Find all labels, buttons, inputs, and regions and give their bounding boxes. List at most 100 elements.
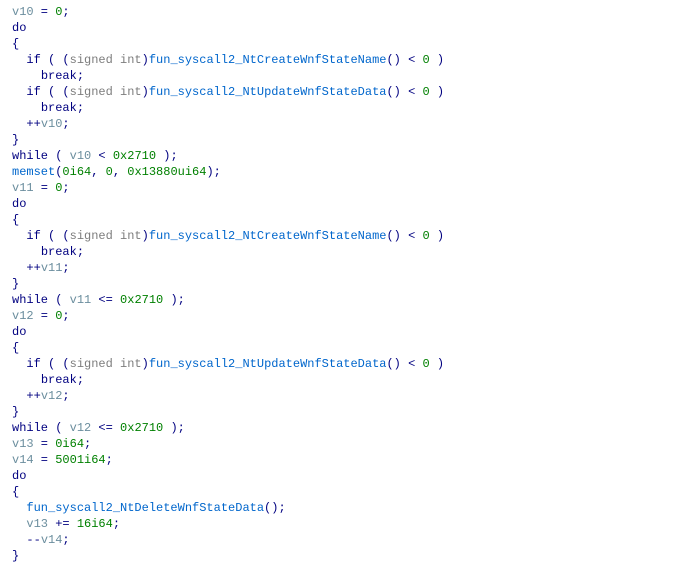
- code-line: }: [12, 548, 688, 564]
- token-text: ;: [62, 309, 69, 323]
- token-text: ;: [77, 373, 84, 387]
- code-line: do: [12, 324, 688, 340]
- code-line: v13 += 16i64;: [12, 516, 688, 532]
- token-text: =: [34, 453, 56, 467]
- token-text: ;: [77, 101, 84, 115]
- code-line: v14 = 5001i64;: [12, 452, 688, 468]
- code-line: break;: [12, 100, 688, 116]
- token-number: 16i64: [77, 517, 113, 531]
- token-number: 0x2710: [113, 149, 156, 163]
- token-keyword: if: [26, 53, 40, 67]
- token-keyword: do: [12, 21, 26, 35]
- token-keyword: do: [12, 325, 26, 339]
- code-line: v10 = 0;: [12, 4, 688, 20]
- token-text: ): [430, 357, 444, 371]
- token-variable: v11: [41, 261, 63, 275]
- token-variable: v11: [70, 293, 92, 307]
- token-text: (: [48, 293, 70, 307]
- code-line: memset(0i64, 0, 0x13880ui64);: [12, 164, 688, 180]
- token-text: --: [26, 533, 40, 547]
- code-line: break;: [12, 68, 688, 84]
- code-line: if ( (signed int)fun_syscall2_NtUpdateWn…: [12, 356, 688, 372]
- code-line: do: [12, 196, 688, 212]
- token-number: 0: [423, 85, 430, 99]
- token-text: <=: [91, 293, 120, 307]
- token-function: memset: [12, 165, 55, 179]
- token-text: =: [34, 437, 56, 451]
- token-text: =: [34, 5, 56, 19]
- token-text: ): [430, 229, 444, 243]
- code-line: {: [12, 340, 688, 356]
- token-text: ,: [113, 165, 127, 179]
- token-text: ();: [264, 501, 286, 515]
- token-text: }: [12, 549, 19, 563]
- code-line: if ( (signed int)fun_syscall2_NtCreateWn…: [12, 52, 688, 68]
- code-line: v13 = 0i64;: [12, 436, 688, 452]
- code-line: {: [12, 36, 688, 52]
- token-number: 0x13880ui64: [127, 165, 206, 179]
- token-text: ++: [26, 389, 40, 403]
- token-cast: signed int: [70, 229, 142, 243]
- code-line: ++v11;: [12, 260, 688, 276]
- token-variable: v14: [41, 533, 63, 547]
- token-text: ;: [113, 517, 120, 531]
- code-line: if ( (signed int)fun_syscall2_NtUpdateWn…: [12, 84, 688, 100]
- token-variable: v10: [12, 5, 34, 19]
- token-text: );: [163, 293, 185, 307]
- token-text: ): [142, 53, 149, 67]
- token-text: +=: [48, 517, 77, 531]
- token-text: ;: [62, 5, 69, 19]
- token-text: ++: [26, 261, 40, 275]
- token-text: () <: [386, 85, 422, 99]
- code-line: ++v10;: [12, 116, 688, 132]
- token-variable: v10: [70, 149, 92, 163]
- token-text: ;: [77, 69, 84, 83]
- token-text: (: [48, 421, 70, 435]
- token-text: () <: [386, 53, 422, 67]
- token-variable: v13: [12, 437, 34, 451]
- token-function: fun_syscall2_NtDeleteWnfStateData: [26, 501, 264, 515]
- token-text: ( (: [41, 85, 70, 99]
- code-line: v11 = 0;: [12, 180, 688, 196]
- token-text: ;: [62, 533, 69, 547]
- token-variable: v12: [70, 421, 92, 435]
- token-number: 0: [106, 165, 113, 179]
- token-text: );: [206, 165, 220, 179]
- token-text: (: [48, 149, 70, 163]
- token-cast: signed int: [70, 85, 142, 99]
- code-line: while ( v10 < 0x2710 );: [12, 148, 688, 164]
- code-line: v12 = 0;: [12, 308, 688, 324]
- code-line: while ( v12 <= 0x2710 );: [12, 420, 688, 436]
- token-text: {: [12, 341, 19, 355]
- token-function: fun_syscall2_NtUpdateWnfStateData: [149, 357, 387, 371]
- token-text: ,: [91, 165, 105, 179]
- token-cast: signed int: [70, 53, 142, 67]
- token-function: fun_syscall2_NtUpdateWnfStateData: [149, 85, 387, 99]
- token-text: );: [163, 421, 185, 435]
- token-keyword: break: [41, 101, 77, 115]
- token-text: ( (: [41, 357, 70, 371]
- token-number: 0: [423, 53, 430, 67]
- token-text: ( (: [41, 229, 70, 243]
- token-cast: signed int: [70, 357, 142, 371]
- token-text: ): [142, 85, 149, 99]
- token-text: () <: [386, 229, 422, 243]
- token-variable: v12: [41, 389, 63, 403]
- code-line: if ( (signed int)fun_syscall2_NtCreateWn…: [12, 228, 688, 244]
- token-keyword: break: [41, 373, 77, 387]
- token-text: ): [142, 357, 149, 371]
- token-text: ++: [26, 117, 40, 131]
- token-text: =: [34, 309, 56, 323]
- token-text: ;: [77, 245, 84, 259]
- token-variable: v12: [12, 309, 34, 323]
- token-number: 0i64: [55, 437, 84, 451]
- token-text: =: [34, 181, 56, 195]
- token-keyword: while: [12, 149, 48, 163]
- token-variable: v10: [41, 117, 63, 131]
- token-text: () <: [386, 357, 422, 371]
- token-text: }: [12, 133, 19, 147]
- code-line: }: [12, 132, 688, 148]
- token-function: fun_syscall2_NtCreateWnfStateName: [149, 53, 387, 67]
- token-text: {: [12, 37, 19, 51]
- token-keyword: do: [12, 469, 26, 483]
